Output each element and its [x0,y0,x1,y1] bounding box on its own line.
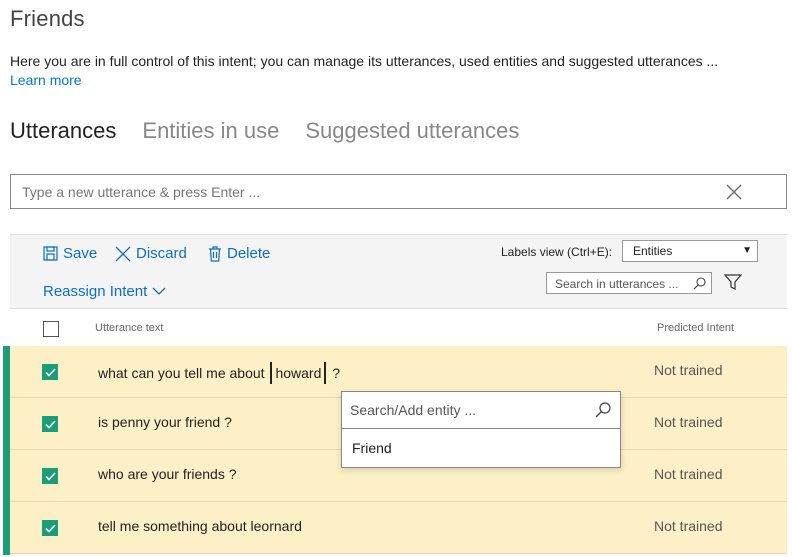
save-icon [43,246,58,261]
search-icon[interactable] [693,277,706,290]
utterance-text-part: what can you tell me about [98,365,269,381]
close-icon[interactable] [726,184,742,200]
tab-utterances[interactable]: Utterances [10,118,116,144]
reassign-intent-button[interactable]: Reassign Intent [43,283,166,300]
utterance-text-column-header: Utterance text [95,322,164,334]
discard-button[interactable]: Discard [115,245,187,262]
tab-suggested-utterances[interactable]: Suggested utterances [305,118,519,144]
chevron-down-icon [152,287,166,295]
save-button[interactable]: Save [43,245,97,262]
learn-more-link[interactable]: Learn more [10,72,82,88]
intent-description: Here you are in full control of this int… [10,53,719,69]
utterance-text-part: tell me something about leornard [98,518,302,534]
utterance-text-part: is penny your friend ? [98,414,232,430]
utterance-text[interactable]: what can you tell me about howard ? [98,362,340,384]
discard-icon [115,246,131,261]
checkmark-icon [45,368,56,377]
dropdown-caret-icon: ▼ [742,245,752,256]
utterance-text[interactable]: tell me something about leornard [98,518,302,534]
labels-view-label: Labels view (Ctrl+E): [501,245,613,259]
selection-accent-bar [3,346,10,555]
search-icon[interactable] [595,402,611,418]
entity-search-input[interactable] [342,392,620,428]
predicted-intent-column-header: Predicted Intent [657,322,735,334]
row-checkbox[interactable] [42,468,58,484]
utterance-text-part: who are your friends ? [98,466,237,482]
page-title: Friends [10,6,85,31]
labels-view-value: Entities [633,244,673,258]
tab-bar: Utterances Entities in use Suggested utt… [10,118,545,144]
new-utterance-input[interactable] [11,175,786,208]
select-all-checkbox[interactable] [43,321,59,337]
table-header: Utterance text Predicted Intent [10,308,787,346]
discard-label: Discard [136,245,187,262]
row-checkbox[interactable] [42,416,58,432]
row-checkbox[interactable] [42,364,58,380]
labels-view-select[interactable]: Entities ▼ [622,240,758,262]
search-utterances-input[interactable] [547,274,711,294]
utterance-text[interactable]: who are your friends ? [98,466,237,482]
delete-button[interactable]: Delete [208,245,270,262]
checkmark-icon [45,420,56,429]
checkmark-icon [45,524,56,533]
predicted-intent: Not trained [654,414,723,430]
trash-icon [209,245,221,262]
search-utterances-box [546,272,712,294]
entity-label[interactable]: howard [270,362,327,384]
predicted-intent: Not trained [654,466,723,482]
predicted-intent: Not trained [654,518,723,534]
entity-search-box [342,392,620,429]
utterance-text-part: ? [328,365,341,381]
row-checkbox[interactable] [42,520,58,536]
save-label: Save [63,245,98,262]
entity-option-friend[interactable]: Friend [352,440,392,456]
reassign-intent-label: Reassign Intent [43,283,148,300]
delete-label: Delete [227,245,271,262]
checkmark-icon [45,472,56,481]
tab-entities-in-use[interactable]: Entities in use [142,118,279,144]
utterance-toolbar: Save Discard Delete Reassign Intent Labe… [10,234,787,308]
entity-picker-popup: Friend [341,391,621,468]
utterance-text[interactable]: is penny your friend ? [98,414,232,430]
new-utterance-box [10,174,787,209]
filter-icon[interactable] [724,273,742,291]
predicted-intent: Not trained [654,362,723,378]
table-row[interactable]: tell me something about leornard Not tra… [10,502,787,554]
